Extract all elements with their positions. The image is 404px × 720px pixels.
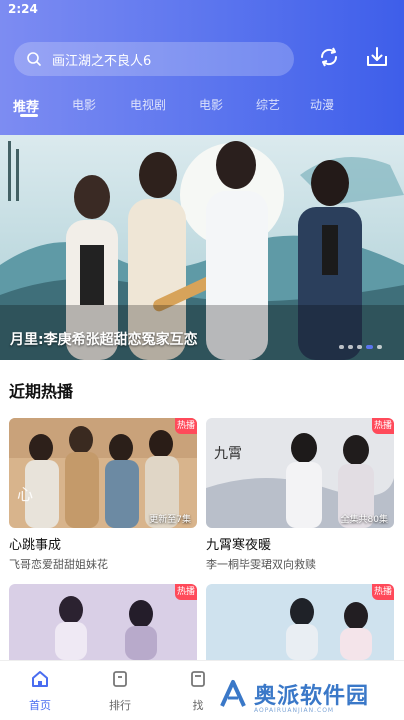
hot-badge: 热播 [175,584,197,600]
episode-label: 全集共80集 [340,515,388,525]
show-card-4[interactable]: 热播 [206,584,394,660]
episode-label: 更新至7集 [149,515,191,525]
svg-text:心: 心 [17,485,33,504]
tab-film[interactable]: 电影 [199,96,223,113]
banner-caption: 月里:李庚希张超甜恋冤家互恋 [10,332,198,348]
header: 2:24 画江湖之不良人6 推荐 电影 电视剧 电影 综艺 动漫 [0,0,404,135]
download-button[interactable] [362,42,392,72]
active-tab-indicator [20,114,38,117]
home-icon [32,671,48,687]
section-title: 近期热播 [9,382,74,401]
hot-badge: 热播 [175,418,197,434]
show-card-1[interactable]: 心 热播 更新至7集 [9,418,197,528]
pagination-dot[interactable] [357,345,362,349]
nav-home[interactable]: 首页 [20,669,60,713]
ranking-icon [113,671,127,687]
svg-text:九霄: 九霄 [214,446,242,462]
download-icon [367,47,387,66]
pagination-dot[interactable] [339,345,344,349]
search-icon [27,52,41,66]
show-poster [9,584,197,660]
find-icon [191,671,205,687]
show-poster [206,584,394,660]
show-card-3[interactable]: 热播 [9,584,197,660]
watermark: 奥派软件园 AOPAIRUANJIAN.COM [218,674,398,714]
tab-variety[interactable]: 综艺 [256,96,280,113]
show-description: 飞哥恋爱甜甜姐妹花 [9,558,108,571]
hero-banner[interactable]: 月里:李庚希张超甜恋冤家互恋 [0,135,404,360]
refresh-button[interactable] [314,42,344,72]
search-query: 画江湖之不良人6 [52,53,152,69]
nav-find[interactable]: 找 [178,669,218,713]
pagination-dot[interactable] [377,345,382,349]
show-title[interactable]: 心跳事成 [9,534,61,553]
show-title[interactable]: 九霄寒夜暖 [206,534,271,553]
nav-ranking-label: 排行 [109,699,131,712]
tab-anime[interactable]: 动漫 [310,96,334,113]
pagination-dot[interactable] [348,345,353,349]
watermark-text: 奥派软件园 [254,684,370,709]
search-bar[interactable]: 画江湖之不良人6 [14,42,294,76]
hot-badge: 热播 [372,584,394,600]
tab-tv-series[interactable]: 电视剧 [130,96,166,113]
nav-home-label: 首页 [29,699,51,712]
refresh-icon [320,47,338,67]
pagination-dot-active[interactable] [366,345,373,349]
show-description: 李一桐毕雯珺双向救赎 [206,558,316,571]
tab-recommend[interactable]: 推荐 [13,96,39,115]
banner-image [0,135,404,360]
tab-movie[interactable]: 电影 [72,96,96,113]
banner-pagination [339,345,382,349]
hot-badge: 热播 [372,418,394,434]
nav-find-label: 找 [192,699,204,712]
nav-ranking[interactable]: 排行 [100,669,140,713]
watermark-subtext: AOPAIRUANJIAN.COM [254,707,335,714]
show-card-2[interactable]: 九霄 热播 全集共80集 [206,418,394,528]
status-time: 2:24 [8,2,38,16]
category-tabs: 推荐 电影 电视剧 电影 综艺 动漫 [0,94,404,130]
watermark-logo-icon [220,680,246,707]
